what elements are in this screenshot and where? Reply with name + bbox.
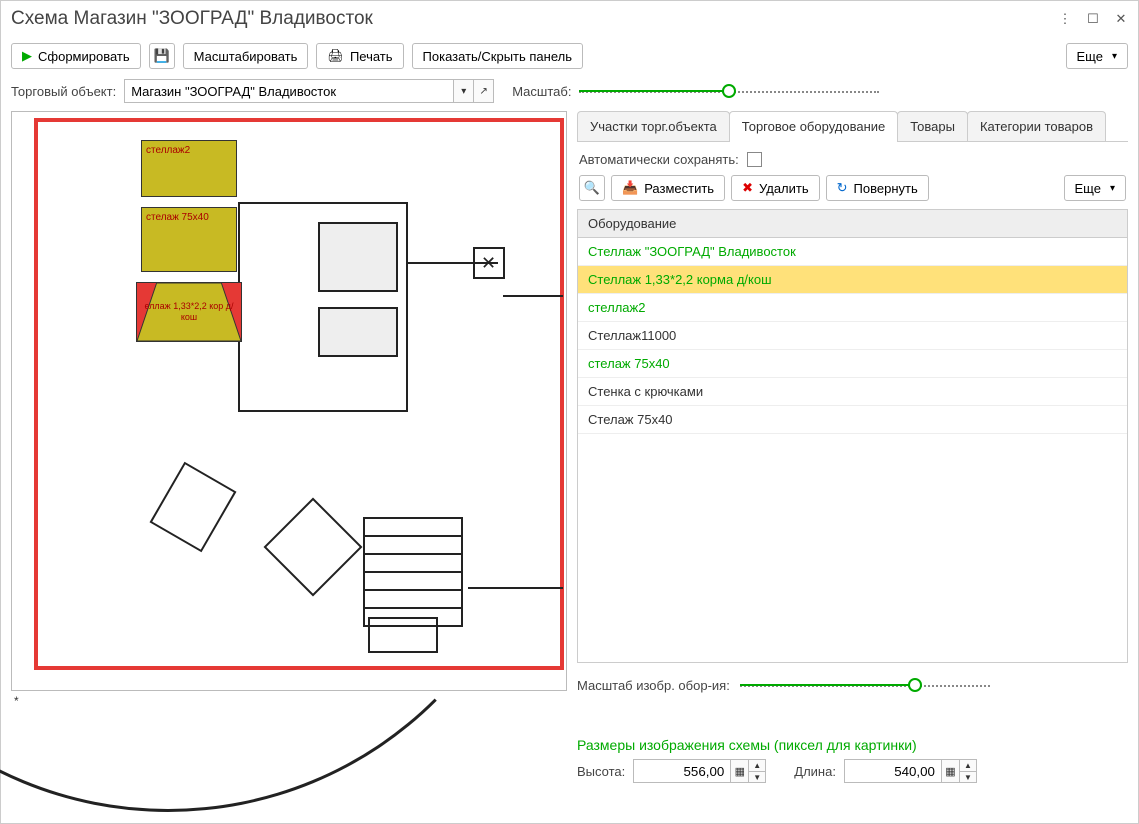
slider-thumb[interactable] <box>722 84 736 98</box>
dropdown-icon[interactable]: ▾ <box>454 79 474 103</box>
asterisk-marker: * <box>14 694 19 708</box>
place-icon: 📥 <box>622 180 638 196</box>
list-item[interactable]: Стелаж 75х40 <box>578 406 1127 434</box>
width-label: Длина: <box>794 764 836 779</box>
more-detail-label: Еще <box>1075 181 1101 196</box>
height-calc-icon[interactable]: ▦ <box>731 759 749 783</box>
rotate-label: Повернуть <box>854 181 918 196</box>
height-input[interactable] <box>633 759 731 783</box>
height-up-icon[interactable]: ▲ <box>749 760 765 771</box>
x-icon: ✕ <box>481 253 496 274</box>
print-label: Печать <box>350 49 393 64</box>
delete-button[interactable]: ✖ Удалить <box>731 175 820 201</box>
shelf-75x40[interactable]: стелаж 75х40 <box>141 207 237 272</box>
scale-slider[interactable] <box>579 79 879 103</box>
shelf75-label: стелаж 75х40 <box>146 212 209 223</box>
list-item[interactable]: стелаж 75х40 <box>578 350 1127 378</box>
tab-categories[interactable]: Категории товаров <box>967 111 1106 141</box>
list-item[interactable]: стеллаж2 <box>578 294 1127 322</box>
delete-label: Удалить <box>759 181 809 196</box>
image-scale-thumb[interactable] <box>908 678 922 692</box>
open-icon[interactable]: ↗ <box>474 79 494 103</box>
width-calc-icon[interactable]: ▦ <box>942 759 960 783</box>
floorplan-canvas[interactable]: ✕ <box>11 111 567 691</box>
magnifier-icon: 🔍 <box>584 180 600 196</box>
delete-icon: ✖ <box>742 180 753 196</box>
autosave-label: Автоматически сохранять: <box>579 152 739 167</box>
tabs: Участки торг.объекта Торговое оборудован… <box>577 111 1128 142</box>
list-item[interactable]: Стеллаж11000 <box>578 322 1127 350</box>
shelf-133[interactable]: еллаж 1,33*2,2 кор д/кош <box>136 282 242 342</box>
equipment-header: Оборудование <box>577 209 1128 238</box>
more-top-label: Еще <box>1077 49 1103 64</box>
more-button-top[interactable]: Еще <box>1066 43 1128 69</box>
tab-sections[interactable]: Участки торг.объекта <box>577 111 730 141</box>
height-down-icon[interactable]: ▼ <box>749 771 765 782</box>
image-scale-label: Масштаб изобр. обор-ия: <box>577 678 730 693</box>
toggle-panel-label: Показать/Скрыть панель <box>423 49 572 64</box>
list-item[interactable]: Стенка с крючками <box>578 378 1127 406</box>
close-icon[interactable]: ✕ <box>1114 12 1128 26</box>
list-item[interactable]: Стеллаж 1,33*2,2 корма д/кош <box>578 266 1127 294</box>
rotate-button[interactable]: ↻ Повернуть <box>826 175 929 201</box>
list-item[interactable]: Стеллаж "ЗООГРАД" Владивосток <box>578 238 1127 266</box>
place-label: Разместить <box>644 181 714 196</box>
printer-icon: 🖨 <box>327 48 344 64</box>
shelf-stellaj2[interactable]: стеллаж2 <box>141 140 237 197</box>
tab-equipment[interactable]: Торговое оборудование <box>729 111 898 141</box>
search-button[interactable]: 🔍 <box>579 175 605 201</box>
play-icon: ▶ <box>22 48 32 64</box>
width-down-icon[interactable]: ▼ <box>960 771 976 782</box>
more-button-detail[interactable]: Еще <box>1064 175 1126 201</box>
window-title: Схема Магазин "ЗООГРАД" Владивосток <box>11 8 1058 30</box>
rotate-icon: ↻ <box>837 180 848 196</box>
scale-label-text: Масштаб: <box>512 84 571 99</box>
print-button[interactable]: 🖨 Печать <box>316 43 403 69</box>
kebab-icon[interactable]: ⋮ <box>1058 12 1072 26</box>
equipment-list: Стеллаж "ЗООГРАД" ВладивостокСтеллаж 1,3… <box>577 238 1128 663</box>
shelf2-label: стеллаж2 <box>146 145 190 156</box>
maximize-icon[interactable]: ☐ <box>1086 12 1100 26</box>
autosave-checkbox[interactable] <box>747 152 762 167</box>
floorplan-curve <box>0 52 548 812</box>
tab-goods[interactable]: Товары <box>897 111 968 141</box>
toggle-panel-button[interactable]: Показать/Скрыть панель <box>412 43 583 69</box>
image-scale-slider[interactable] <box>740 673 990 697</box>
width-up-icon[interactable]: ▲ <box>960 760 976 771</box>
width-input[interactable] <box>844 759 942 783</box>
dimensions-title: Размеры изображения схемы (пиксел для ка… <box>577 737 1128 753</box>
shelf133-label: еллаж 1,33*2,2 кор д/кош <box>141 287 237 323</box>
place-button[interactable]: 📥 Разместить <box>611 175 725 201</box>
stairs <box>363 517 463 627</box>
height-label: Высота: <box>577 764 625 779</box>
